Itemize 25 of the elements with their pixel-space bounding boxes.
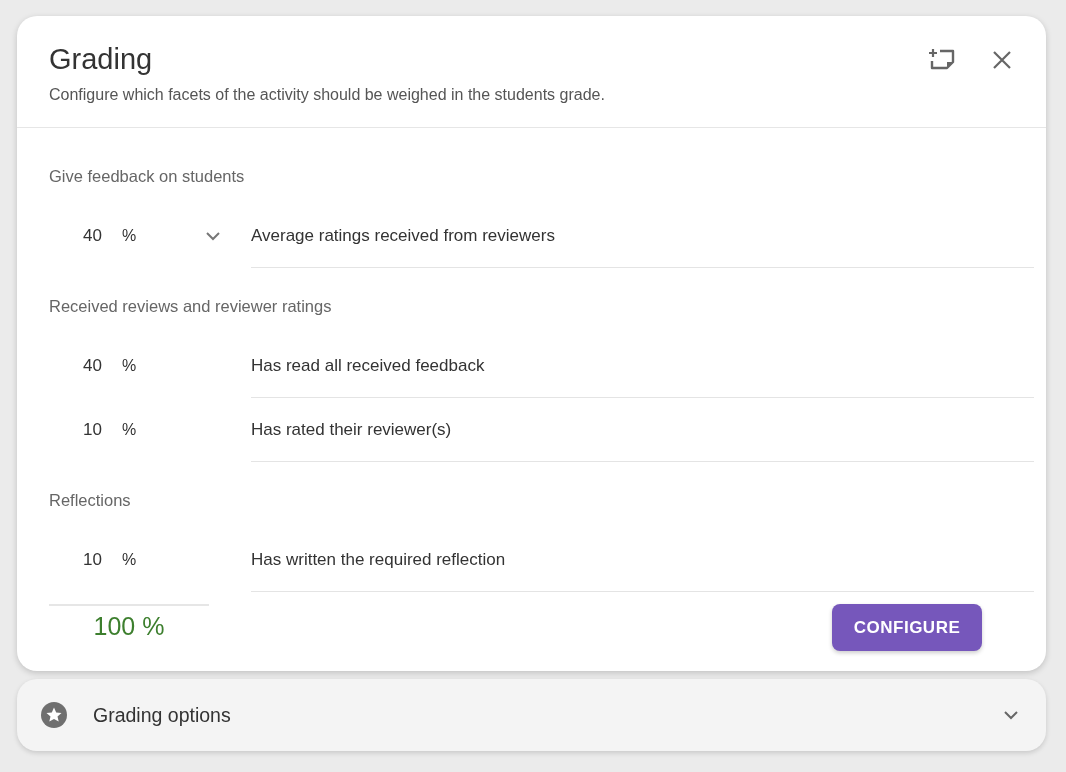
chevron-down-icon[interactable] (206, 232, 220, 241)
options-label: Grading options (93, 703, 232, 727)
chevron-down-icon[interactable] (1004, 710, 1018, 720)
criterion-label: Has read all received feedback (251, 355, 485, 376)
percent-value: 10 (82, 420, 102, 440)
total-percent: 100 % (93, 612, 165, 640)
percent-unit: % (122, 357, 137, 375)
percent-unit: % (122, 551, 137, 569)
percent-value: 40 (82, 356, 102, 376)
percent-value[interactable]: 40 (49, 226, 102, 246)
section-label: Give feedback on students (49, 166, 246, 186)
section-label: Reflections (49, 490, 132, 510)
criterion-label: Has rated their reviewer(s) (251, 419, 452, 440)
percent-unit: % (122, 421, 137, 439)
dialog-title: Grading (49, 42, 154, 76)
criterion-label: Has written the required reflection (251, 549, 506, 570)
close-icon[interactable] (992, 50, 1012, 70)
configure-button[interactable]: CONFIGURE (832, 604, 982, 651)
percent-unit: % (122, 227, 137, 245)
add-note-icon[interactable] (928, 48, 956, 70)
percent-value: 10 (82, 550, 102, 570)
section-label: Received reviews and reviewer ratings (49, 296, 333, 316)
dialog-subtitle: Configure which facets of the activity should be weighed in the students grade. (49, 86, 606, 104)
grading-options-panel[interactable]: Grading options (17, 679, 1046, 751)
criterion-label: Average ratings received from reviewers (251, 225, 555, 246)
